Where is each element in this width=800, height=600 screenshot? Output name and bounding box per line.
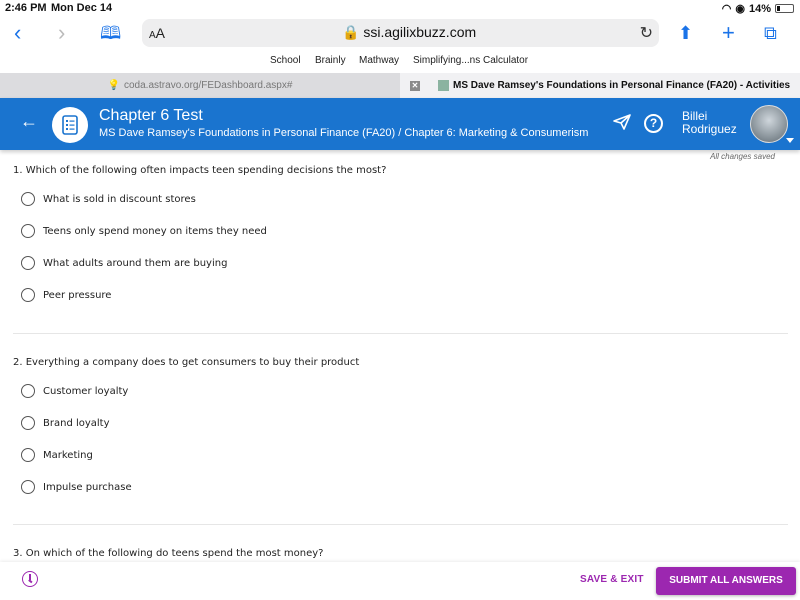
lock-icon: 🔒 <box>342 24 360 40</box>
breadcrumb[interactable]: MS Dave Ramsey's Foundations in Personal… <box>99 127 588 139</box>
tabs-overview-icon[interactable]: ⧉ <box>764 22 777 44</box>
forward-icon[interactable]: › <box>58 22 65 44</box>
divider <box>13 333 788 334</box>
radio-button[interactable] <box>21 448 35 462</box>
test-checklist-icon <box>52 107 88 143</box>
back-arrow-icon[interactable]: ← <box>20 111 38 132</box>
radio-button[interactable] <box>21 192 35 206</box>
wifi-icon: ◠ <box>721 3 732 15</box>
radio-button[interactable] <box>21 480 35 494</box>
battery-percent: 14% <box>748 2 771 15</box>
answer-option[interactable]: Brand loyalty <box>21 416 110 430</box>
status-bar: 2:46 PM Mon Dec 14 ◠ ◉ 14% <box>0 0 800 16</box>
reload-icon[interactable]: ↻ <box>640 23 653 43</box>
save-exit-button[interactable]: SAVE & EXIT <box>580 574 644 585</box>
answer-option[interactable]: Marketing <box>21 448 93 462</box>
lightbulb-icon: 💡 <box>107 80 120 91</box>
favicon-icon <box>438 80 449 91</box>
tab-activities[interactable]: ✕ MS Dave Ramsey's Foundations in Person… <box>400 73 800 98</box>
page-title: Chapter 6 Test <box>99 107 203 124</box>
bookmarks-bar: School Brainly Mathway Simplifying...ns … <box>0 53 800 71</box>
browser-tabs: 💡 coda.astravo.org/FEDashboard.aspx# ✕ M… <box>0 73 800 98</box>
bookmarks-book-icon[interactable]: 🕮 <box>100 22 121 44</box>
radio-button[interactable] <box>21 288 35 302</box>
question-3: 3. On which of the following do teens sp… <box>13 548 324 559</box>
question-1: 1. Which of the following often impacts … <box>13 165 387 176</box>
radio-button[interactable] <box>21 384 35 398</box>
radio-button[interactable] <box>21 256 35 270</box>
address-bar[interactable]: AA 🔒 ssi.agilixbuzz.com ↻ <box>142 19 659 47</box>
battery-icon <box>775 4 794 13</box>
tab-coda[interactable]: 💡 coda.astravo.org/FEDashboard.aspx# <box>0 73 400 98</box>
orientation-lock-icon: ◉ <box>735 3 745 15</box>
bookmark-school[interactable]: School <box>270 55 301 66</box>
answer-option[interactable]: Impulse purchase <box>21 480 132 494</box>
status-time: 2:46 PM <box>5 2 47 14</box>
share-icon[interactable]: ⬆ <box>678 22 693 44</box>
reader-aa-button[interactable]: AA <box>149 25 165 41</box>
test-content: 1. Which of the following often impacts … <box>0 160 800 562</box>
question-2: 2. Everything a company does to get cons… <box>13 357 360 368</box>
app-header: ← Chapter 6 Test MS Dave Ramsey's Founda… <box>0 98 800 150</box>
radio-button[interactable] <box>21 224 35 238</box>
help-icon[interactable]: ? <box>644 114 663 133</box>
new-tab-plus-icon[interactable]: + <box>722 22 735 44</box>
divider <box>13 524 788 525</box>
answer-option[interactable]: What adults around them are buying <box>21 256 227 270</box>
user-name[interactable]: Billei Rodriguez <box>682 110 737 136</box>
avatar[interactable] <box>750 105 788 143</box>
footer-bar: SAVE & EXIT SUBMIT ALL ANSWERS <box>0 562 800 600</box>
answer-option[interactable]: Teens only spend money on items they nee… <box>21 224 267 238</box>
answer-option[interactable]: Peer pressure <box>21 288 111 302</box>
send-icon[interactable] <box>612 113 632 136</box>
submit-all-answers-button[interactable]: SUBMIT ALL ANSWERS <box>656 567 796 595</box>
browser-toolbar: ‹ › 🕮 AA 🔒 ssi.agilixbuzz.com ↻ ⬆ + ⧉ <box>0 16 800 52</box>
bookmark-mathway[interactable]: Mathway <box>359 55 399 66</box>
answer-option[interactable]: What is sold in discount stores <box>21 192 196 206</box>
url-text[interactable]: 🔒 ssi.agilixbuzz.com <box>342 24 476 41</box>
radio-button[interactable] <box>21 416 35 430</box>
user-menu-caret-icon[interactable] <box>786 138 794 143</box>
status-date: Mon Dec 14 <box>51 2 113 14</box>
back-icon[interactable]: ‹ <box>14 22 21 44</box>
bookmark-simplifying[interactable]: Simplifying...ns Calculator <box>413 55 528 66</box>
clock-icon[interactable] <box>22 571 38 587</box>
bookmark-brainly[interactable]: Brainly <box>315 55 346 66</box>
close-tab-icon[interactable]: ✕ <box>410 80 420 91</box>
answer-option[interactable]: Customer loyalty <box>21 384 128 398</box>
